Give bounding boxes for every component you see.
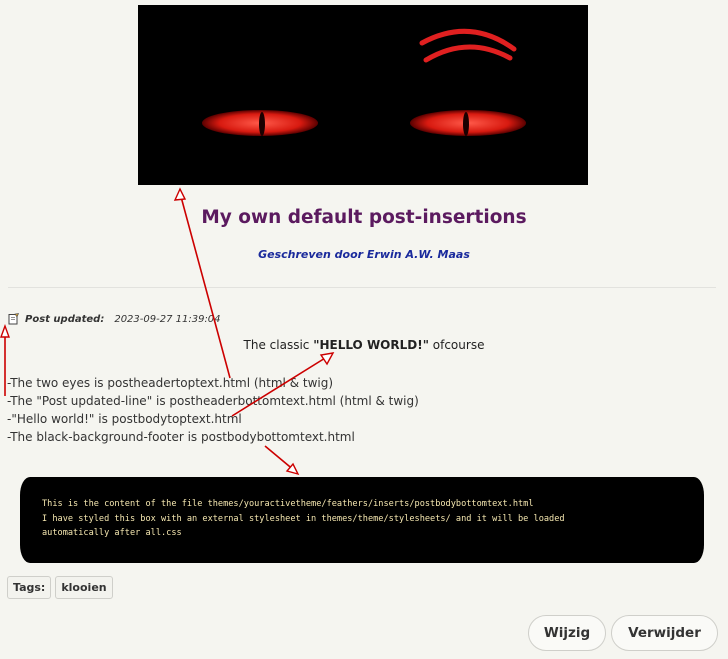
left-eye — [202, 110, 318, 136]
header-image-eyes — [138, 5, 588, 185]
tags-row: Tags: klooien — [7, 576, 113, 599]
updated-label: Post updated: — [25, 313, 105, 325]
code-line: automatically after all.css — [42, 528, 182, 538]
post-byline: Geschreven door Erwin A.W. Maas — [258, 248, 470, 261]
tag-klooien[interactable]: klooien — [55, 576, 113, 599]
code-line: I have styled this box with an external … — [42, 513, 565, 524]
footer-code-box: This is the content of the file themes/y… — [20, 477, 704, 563]
note-line: -"Hello world!" is postbodytoptext.html — [7, 412, 242, 426]
hello-world-text: "HELLO WORLD!" — [313, 338, 429, 352]
hello-world-line: The classic "HELLO WORLD!" ofcourse — [0, 338, 728, 352]
note-line: -The two eyes is postheadertoptext.html … — [7, 376, 334, 390]
code-line: This is the content of the file themes/y… — [42, 499, 534, 509]
eyebrow-arcs — [419, 28, 517, 63]
edit-button[interactable]: Wijzig — [528, 615, 606, 651]
updated-timestamp: 2023-09-27 11:39:04 — [114, 313, 221, 325]
arrow-to-footer — [264, 445, 296, 472]
post-updated-row: Post updated: 2023-09-27 11:39:04 — [8, 313, 221, 325]
hello-prefix: The classic — [243, 338, 314, 352]
tags-label: Tags: — [7, 576, 52, 599]
note-line: -The "Post updated-line" is postheaderbo… — [7, 394, 419, 408]
hello-suffix: ofcourse — [428, 338, 485, 352]
divider — [8, 287, 716, 288]
edit-note-icon — [8, 313, 19, 325]
explanation-notes: -The two eyes is postheadertoptext.html … — [7, 374, 419, 446]
note-line: -The black-background-footer is postbody… — [7, 430, 355, 444]
post-title: My own default post-insertions — [201, 207, 527, 228]
delete-button[interactable]: Verwijder — [611, 615, 718, 651]
right-eye — [410, 110, 526, 136]
